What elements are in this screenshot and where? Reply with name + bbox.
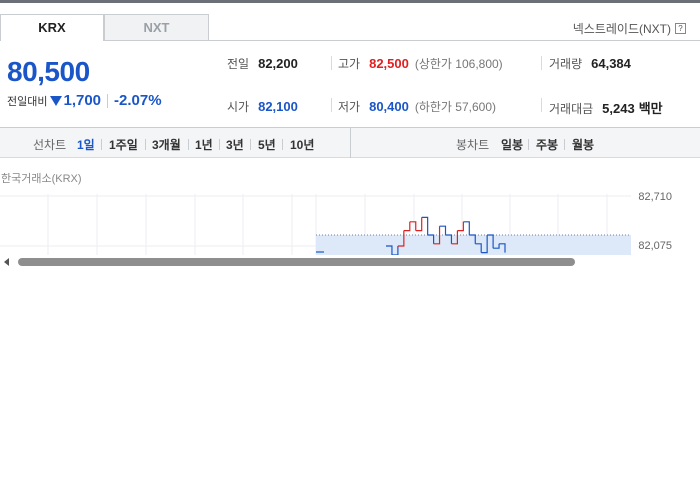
stat-label: 거래대금: [549, 102, 594, 116]
stat-amount: 거래대금 5,243 백만: [549, 98, 663, 117]
stat-volume: 거래량 64,384: [549, 55, 631, 72]
tab-rule: [209, 40, 700, 41]
y-tick-label: 82,075: [638, 240, 672, 252]
period-divider: [528, 139, 529, 150]
nextrade-link[interactable]: 넥스트레이드(NXT) ?: [573, 20, 686, 37]
nextrade-label[interactable]: 넥스트레이드(NXT): [573, 20, 671, 37]
period-divider: [219, 139, 220, 150]
period-divider: [250, 139, 251, 150]
stat-label: 시가: [227, 100, 250, 114]
chart-source: 한국거래소(KRX): [1, 173, 82, 185]
stat-label: 전일: [227, 57, 250, 71]
period-1w[interactable]: 1주일: [109, 136, 138, 153]
candle-daily[interactable]: 일봉: [501, 136, 523, 153]
stat-value: 82,100: [258, 99, 298, 114]
stat-low: 저가 80,400 (하한가 57,600): [338, 98, 496, 115]
help-icon[interactable]: ?: [675, 23, 686, 34]
price-line-segment: [403, 221, 411, 232]
stat-value: 82,500: [369, 56, 409, 71]
change-value: 1,700: [63, 92, 102, 109]
price-line-segment: [439, 225, 447, 235]
tab-krx[interactable]: KRX: [0, 14, 104, 41]
stat-high: 고가 82,500 (상한가 106,800): [338, 55, 503, 72]
period-1y[interactable]: 1년: [195, 136, 213, 153]
change-label: 전일대비: [7, 95, 48, 108]
section-divider: [350, 128, 351, 158]
scroll-thumb[interactable]: [18, 258, 575, 266]
change-rate: -2.07%: [114, 92, 162, 109]
stat-prev-close: 전일 82,200: [227, 55, 298, 72]
period-5y[interactable]: 5년: [258, 136, 276, 153]
candle-chart-label: 봉차트: [456, 138, 490, 152]
period-divider: [282, 139, 283, 150]
stat-open: 시가 82,100: [227, 98, 298, 115]
upper-limit: (상한가 106,800): [414, 57, 503, 71]
period-3m[interactable]: 3개월: [152, 136, 181, 153]
chart-area-fill: [316, 235, 631, 255]
stat-label: 고가: [338, 57, 361, 71]
period-divider: [101, 139, 102, 150]
period-bar: 선차트 1일 1주일 3개월 1년 3년 5년 10년 봉차트 일봉 주봉 월봉: [0, 127, 700, 158]
stat-value: 64,384: [591, 56, 631, 71]
stat-unit: 백만: [638, 101, 663, 116]
period-divider: [145, 139, 146, 150]
stat-value: 5,243: [602, 101, 635, 116]
scroll-left-icon[interactable]: [4, 258, 9, 266]
period-3y[interactable]: 3년: [226, 136, 244, 153]
period-divider: [188, 139, 189, 150]
lower-limit: (하한가 57,600): [414, 100, 497, 114]
line-chart-label: 선차트: [33, 138, 67, 152]
chart-scrollbar[interactable]: [0, 255, 700, 269]
current-price: 80,500: [7, 56, 90, 87]
period-10y[interactable]: 10년: [290, 136, 314, 153]
period-1d[interactable]: 1일: [77, 136, 95, 153]
tab-nxt[interactable]: NXT: [104, 14, 209, 41]
price-chart-svg: 82,710 82,075: [0, 191, 672, 255]
down-arrow-icon: [50, 95, 63, 106]
period-divider: [564, 139, 565, 150]
stat-divider: [541, 98, 542, 112]
stat-label: 거래량: [549, 57, 583, 71]
price-line-segment: [463, 221, 470, 235]
price-line-segment: [415, 217, 423, 232]
change-row: 전일대비 1,700 -2.07%: [7, 92, 162, 109]
price-chart: 82,710 82,075: [0, 186, 700, 255]
change-divider: [107, 93, 109, 108]
stat-divider: [541, 56, 542, 70]
price-line-segment: [421, 216, 429, 235]
stat-divider: [331, 98, 332, 112]
stat-label: 저가: [338, 100, 361, 114]
stat-divider: [331, 56, 332, 70]
candle-monthly[interactable]: 월봉: [572, 136, 594, 153]
stat-value: 82,200: [258, 56, 298, 71]
candle-weekly[interactable]: 주봉: [536, 136, 558, 153]
top-accent-line: [0, 0, 700, 3]
stat-value: 80,400: [369, 99, 409, 114]
y-tick-label: 82,710: [638, 191, 672, 203]
price-line-segment: [409, 221, 417, 231]
